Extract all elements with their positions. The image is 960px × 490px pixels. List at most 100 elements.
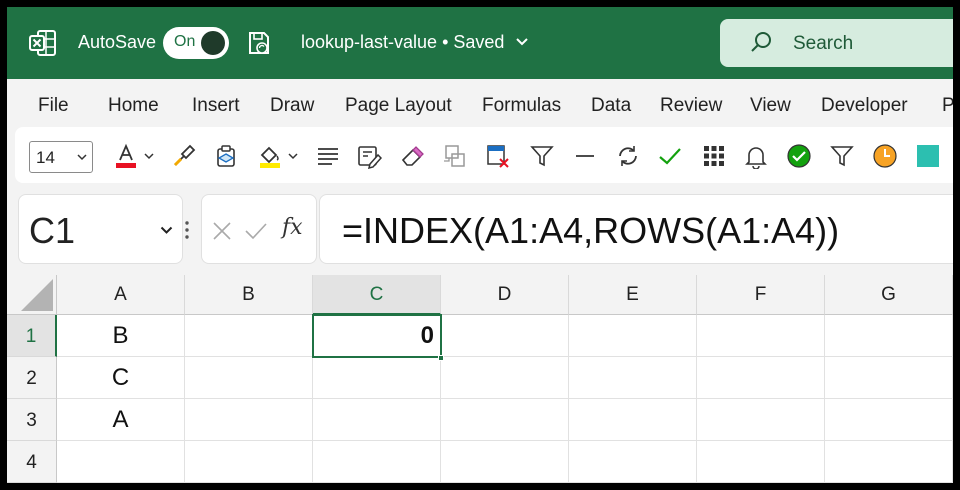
edit-icon[interactable] [356,143,382,169]
check-circle-icon[interactable] [786,143,812,169]
grid-icon[interactable] [701,143,727,169]
row-header-3[interactable]: 3 [7,399,57,441]
align-icon[interactable] [315,143,341,169]
search-box[interactable]: Search [720,19,953,67]
tab-data[interactable]: Data [591,95,631,117]
quick-toolbar: 14 [15,127,953,183]
cell-d3[interactable] [441,399,569,441]
name-box-value: C1 [29,210,76,251]
cell-f3[interactable] [697,399,825,441]
cell-a4[interactable] [57,441,185,483]
filter-icon[interactable] [829,143,855,169]
tab-draw[interactable]: Draw [270,95,314,117]
ribbon-tabs: File Home Insert Draw Page Layout Formul… [7,79,953,127]
tab-developer[interactable]: Developer [821,95,908,117]
autosave-toggle[interactable]: On [163,27,229,59]
excel-window: AutoSave On lookup-last-value • Saved Se… [7,7,953,483]
cell-g1[interactable] [825,315,953,357]
refresh-icon[interactable] [615,143,641,169]
tab-partial[interactable]: P [942,95,953,117]
toggle-knob [201,31,225,55]
column-header-e[interactable]: E [569,275,697,315]
select-all-triangle-icon [21,279,53,311]
cell-c3[interactable] [313,399,441,441]
cell-g3[interactable] [825,399,953,441]
cell-g4[interactable] [825,441,953,483]
filter-icon[interactable] [529,143,555,169]
close-icon[interactable] [212,221,232,241]
cell-a1[interactable]: B [57,315,185,357]
copy-format-icon[interactable] [442,143,468,169]
cell-d2[interactable] [441,357,569,399]
row-header-2[interactable]: 2 [7,357,57,399]
column-header-d[interactable]: D [441,275,569,315]
chevron-down-icon[interactable] [287,143,299,169]
formula-actions: fx [201,194,317,264]
cell-a3[interactable]: A [57,399,185,441]
cell-b2[interactable] [185,357,313,399]
cell-b1[interactable] [185,315,313,357]
autosave-label: AutoSave [78,32,157,52]
worksheet-grid: A B C D E F G 1 2 3 4 B 0 C A [7,275,953,483]
save-sync-icon[interactable] [247,29,271,57]
font-size-select[interactable]: 14 [29,141,93,173]
insert-function-button[interactable]: fx [282,215,303,240]
cell-g2[interactable] [825,357,953,399]
tab-review[interactable]: Review [660,95,722,117]
search-placeholder: Search [793,33,854,54]
name-box[interactable]: C1 [18,194,183,264]
column-header-f[interactable]: F [697,275,825,315]
cell-a2[interactable]: C [57,357,185,399]
column-header-g[interactable]: G [825,275,953,315]
bell-icon[interactable] [743,143,769,169]
cell-c2[interactable] [313,357,441,399]
file-title[interactable]: lookup-last-value • Saved [301,32,504,53]
tab-insert[interactable]: Insert [192,95,240,117]
teal-square-icon[interactable] [915,143,941,169]
eraser-icon[interactable] [399,143,425,169]
more-options-icon[interactable] [183,219,191,241]
clock-icon[interactable] [872,143,898,169]
cell-d1[interactable] [441,315,569,357]
tab-formulas[interactable]: Formulas [482,95,561,117]
cell-b4[interactable] [185,441,313,483]
format-painter-icon[interactable] [171,143,197,169]
cell-c4[interactable] [313,441,441,483]
clear-cells-icon[interactable] [485,143,511,169]
chevron-down-icon[interactable] [143,143,155,169]
fill-color-icon[interactable] [257,143,283,169]
fill-handle[interactable] [438,355,444,361]
cell-f4[interactable] [697,441,825,483]
title-bar: AutoSave On lookup-last-value • Saved Se… [7,7,953,79]
column-header-a[interactable]: A [57,275,185,315]
cell-e1[interactable] [569,315,697,357]
chevron-down-icon [77,154,87,161]
row-header-4[interactable]: 4 [7,441,57,483]
column-header-c[interactable]: C [313,275,441,315]
tab-view[interactable]: View [750,95,791,117]
column-header-b[interactable]: B [185,275,313,315]
tab-home[interactable]: Home [108,95,159,117]
formula-input[interactable]: =INDEX(A1:A4,ROWS(A1:A4)) [319,194,953,264]
cell-d4[interactable] [441,441,569,483]
tab-page-layout[interactable]: Page Layout [345,95,452,117]
paste-special-icon[interactable] [214,143,240,169]
tab-file[interactable]: File [38,95,69,117]
search-icon [751,32,771,52]
cell-e4[interactable] [569,441,697,483]
cell-f2[interactable] [697,357,825,399]
cell-b3[interactable] [185,399,313,441]
check-icon[interactable] [244,221,268,241]
cell-e2[interactable] [569,357,697,399]
font-color-icon[interactable] [113,143,139,169]
chevron-down-icon[interactable] [160,226,173,235]
chevron-down-icon[interactable] [515,37,529,47]
formula-text: =INDEX(A1:A4,ROWS(A1:A4)) [342,210,840,251]
excel-logo-icon [29,30,56,56]
cell-f1[interactable] [697,315,825,357]
select-all-button[interactable] [7,275,57,315]
cell-e3[interactable] [569,399,697,441]
check-icon[interactable] [657,143,683,169]
minus-icon[interactable] [572,143,598,169]
row-header-1[interactable]: 1 [7,315,57,357]
